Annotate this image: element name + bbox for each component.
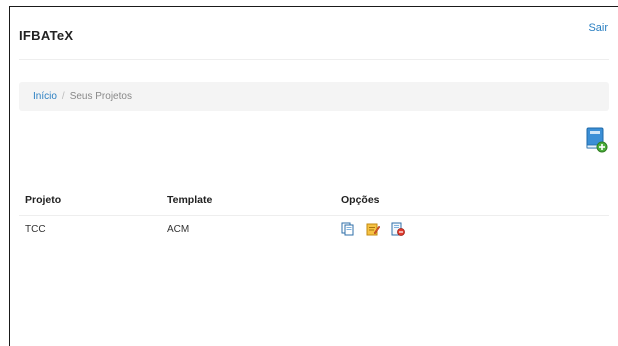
window-frame bbox=[9, 6, 618, 346]
table-header-row: Projeto Template Opções bbox=[19, 185, 609, 216]
column-header-project: Projeto bbox=[19, 185, 161, 216]
logout-link[interactable]: Sair bbox=[588, 22, 608, 34]
cell-options bbox=[335, 216, 609, 243]
breadcrumb-separator: / bbox=[61, 91, 65, 102]
projects-table: Projeto Template Opções TCC ACM bbox=[19, 185, 609, 242]
header-divider bbox=[19, 59, 609, 60]
cell-project[interactable]: TCC bbox=[19, 216, 161, 243]
table-row: TCC ACM bbox=[19, 216, 609, 243]
column-header-template: Template bbox=[161, 185, 335, 216]
breadcrumb-current: Seus Projetos bbox=[69, 91, 132, 102]
breadcrumb-home-link[interactable]: Início bbox=[33, 91, 57, 102]
brand-title: IFBATeX bbox=[19, 28, 74, 43]
edit-document-icon[interactable] bbox=[366, 222, 380, 236]
new-project-button[interactable] bbox=[586, 127, 608, 153]
breadcrumb: Início / Seus Projetos bbox=[19, 82, 609, 111]
cell-template: ACM bbox=[167, 223, 190, 235]
column-header-options: Opções bbox=[335, 185, 609, 216]
book-add-icon bbox=[586, 127, 608, 157]
copy-document-icon[interactable] bbox=[341, 222, 355, 236]
delete-document-icon[interactable] bbox=[391, 222, 405, 236]
